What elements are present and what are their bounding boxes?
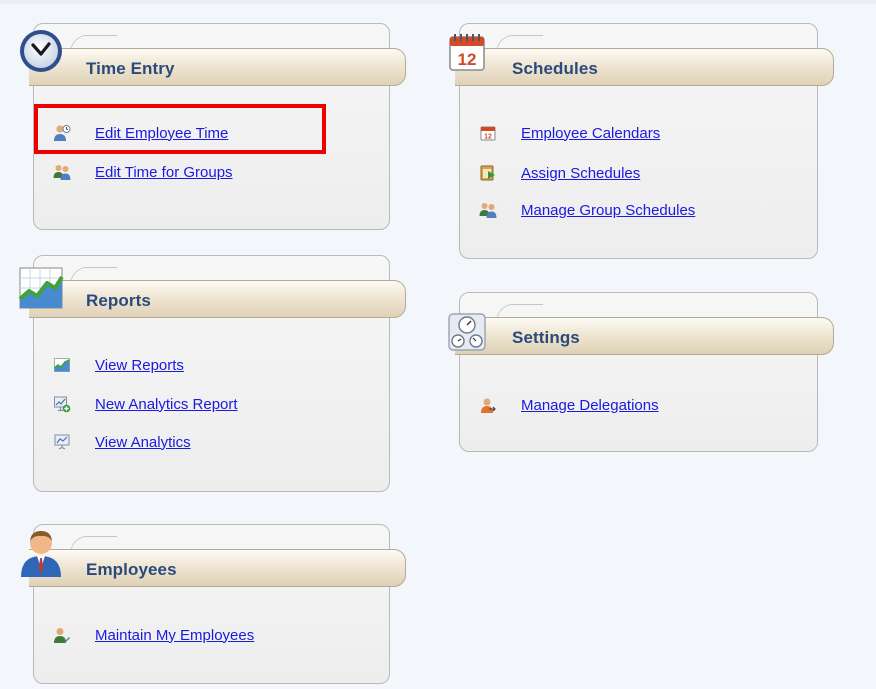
calendar-12-icon: 12: [443, 27, 491, 75]
analytics-icon: [53, 433, 71, 451]
svg-text:12: 12: [484, 134, 492, 141]
link-label[interactable]: Maintain My Employees: [95, 627, 254, 644]
top-strip: [0, 0, 876, 4]
delegation-icon: [479, 396, 497, 414]
employees-panel: Employees Maintain My Employees: [21, 524, 406, 684]
link-maintain-my-employees[interactable]: Maintain My Employees: [53, 624, 254, 646]
chart-small-icon: [53, 356, 71, 374]
panel-title: Time Entry: [86, 59, 175, 78]
link-view-analytics[interactable]: View Analytics: [53, 431, 191, 453]
chart-icon: [17, 265, 65, 313]
panel-title: Reports: [86, 291, 151, 310]
settings-panel: Settings Manage Delegations: [448, 292, 834, 452]
panel-title: Settings: [512, 328, 580, 347]
link-manage-delegations[interactable]: Manage Delegations: [479, 394, 659, 416]
link-new-analytics-report[interactable]: New Analytics Report: [53, 393, 238, 415]
reports-panel: Reports View Reports New Analytics Repor…: [18, 255, 406, 492]
group-icon: [479, 201, 497, 219]
panel-title: Employees: [86, 560, 177, 579]
schedules-panel: 12 Schedules 12 Employee Calendars Assig…: [449, 23, 834, 259]
link-manage-group-schedules[interactable]: Manage Group Schedules: [479, 199, 695, 221]
link-employee-calendars[interactable]: 12 Employee Calendars: [479, 122, 660, 144]
assign-schedule-icon: [479, 164, 497, 182]
calendar-small-icon: 12: [479, 124, 497, 142]
employee-maintain-icon: [53, 626, 71, 644]
link-edit-time-for-groups[interactable]: Edit Time for Groups: [53, 161, 233, 183]
gauges-icon: [447, 312, 487, 352]
link-assign-schedules[interactable]: Assign Schedules: [479, 162, 640, 184]
link-label[interactable]: Assign Schedules: [521, 165, 640, 182]
link-label[interactable]: View Analytics: [95, 434, 191, 451]
link-label[interactable]: View Reports: [95, 357, 184, 374]
link-label[interactable]: Edit Time for Groups: [95, 164, 233, 181]
link-view-reports[interactable]: View Reports: [53, 354, 184, 376]
highlight-box: [34, 104, 326, 154]
svg-text:12: 12: [458, 50, 477, 69]
link-label[interactable]: Manage Group Schedules: [521, 202, 695, 219]
new-analytics-icon: [53, 395, 71, 413]
employee-avatar-icon: [17, 522, 65, 577]
panel-title: Schedules: [512, 59, 598, 78]
clock-icon: [17, 27, 65, 75]
link-label[interactable]: Manage Delegations: [521, 397, 659, 414]
link-label[interactable]: Employee Calendars: [521, 125, 660, 142]
group-icon: [53, 163, 71, 181]
link-label[interactable]: New Analytics Report: [95, 396, 238, 413]
